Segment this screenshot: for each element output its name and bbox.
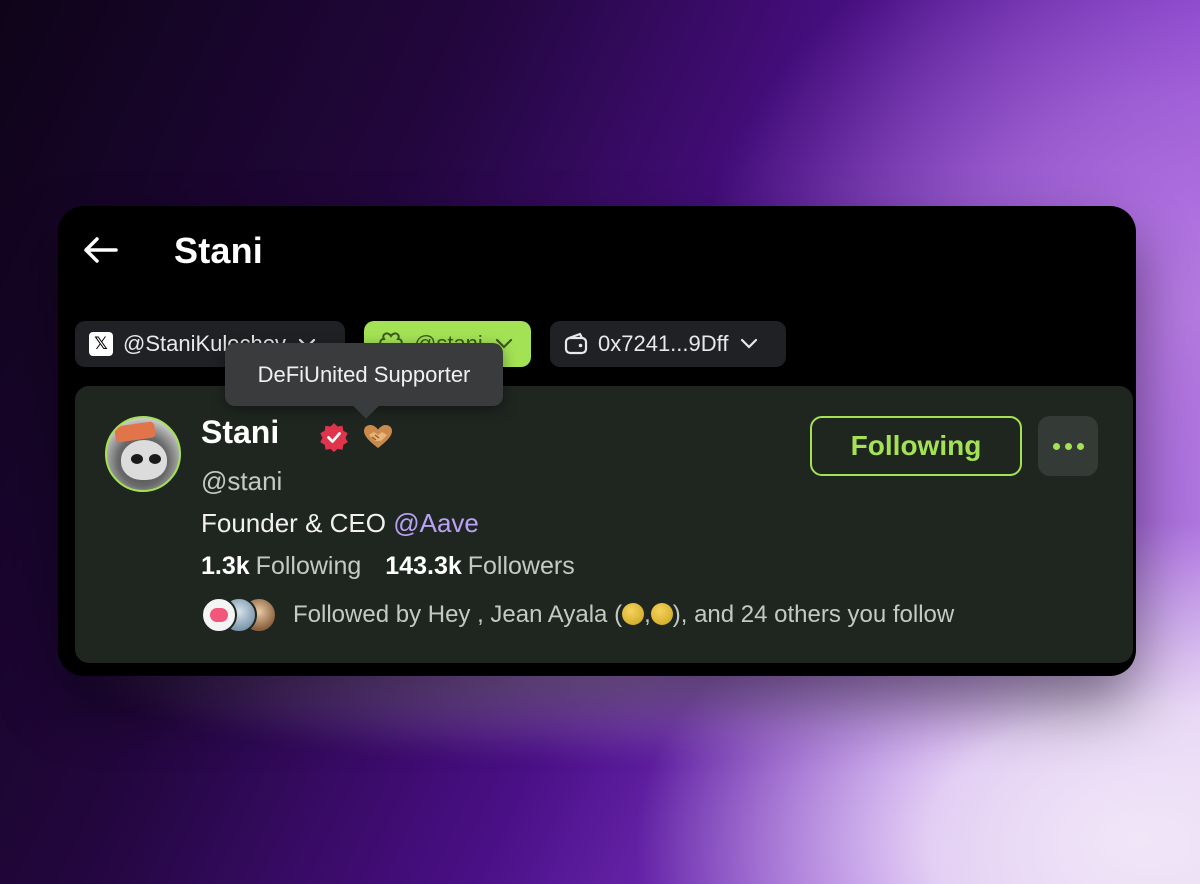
- wallet-address-chip[interactable]: 0x7241...9Dff: [550, 321, 786, 367]
- more-options-button[interactable]: [1038, 416, 1098, 476]
- x-logo-icon: 𝕏: [89, 332, 113, 356]
- followers-count: 143.3k: [385, 552, 462, 580]
- profile-handle: @stani: [201, 466, 283, 496]
- wallet-address-label: 0x7241...9Dff: [598, 331, 729, 356]
- handshake-heart-icon[interactable]: [363, 424, 393, 450]
- profile-bio: Founder & CEO @Aave: [201, 508, 479, 539]
- following-stat[interactable]: 1.3k Following: [201, 552, 361, 581]
- more-horizontal-icon: [1052, 442, 1060, 450]
- bio-mention-link[interactable]: @Aave: [393, 508, 479, 538]
- chevron-down-icon: [740, 338, 758, 350]
- mutual-avatars: [201, 597, 279, 633]
- wallet-icon: [564, 332, 588, 355]
- followed-by-text: Followed by Hey , Jean Ayala (, ), and 24…: [293, 601, 954, 629]
- following-button[interactable]: Following: [810, 416, 1022, 476]
- bio-text: Founder & CEO: [201, 508, 394, 538]
- following-count: 1.3k: [201, 552, 250, 580]
- followed-by-row[interactable]: Followed by Hey , Jean Ayala (, ), and 24…: [201, 597, 954, 633]
- profile-name: Stani: [201, 414, 280, 450]
- coin-emoji-icon: [650, 603, 673, 625]
- verified-badge-icon: [320, 423, 348, 452]
- page-title: Stani: [174, 230, 264, 271]
- coin-emoji-icon: [622, 603, 645, 625]
- followed-by-suffix: ), and 24 others you follow: [672, 601, 955, 628]
- back-button[interactable]: [78, 232, 122, 268]
- followed-by-separator: ,: [644, 601, 651, 628]
- badge-tooltip: DeFiUnited Supporter: [225, 343, 503, 406]
- followers-label: Followers: [467, 552, 575, 580]
- profile-card: Stani @stani Founder & CEO @Aave 1.3k Fol…: [75, 386, 1133, 663]
- avatar: [201, 597, 237, 633]
- followed-by-prefix: Followed by Hey , Jean Ayala (: [293, 601, 623, 628]
- profile-stats: 1.3k Following 143.3k Followers: [201, 552, 575, 581]
- followers-stat[interactable]: 143.3k Followers: [385, 552, 574, 581]
- arrow-left-icon: [84, 237, 118, 263]
- following-label: Following: [255, 552, 362, 580]
- avatar[interactable]: [105, 416, 181, 492]
- profile-window: Stani 𝕏 @StaniKulechov @stani 0x7241...9…: [58, 206, 1136, 676]
